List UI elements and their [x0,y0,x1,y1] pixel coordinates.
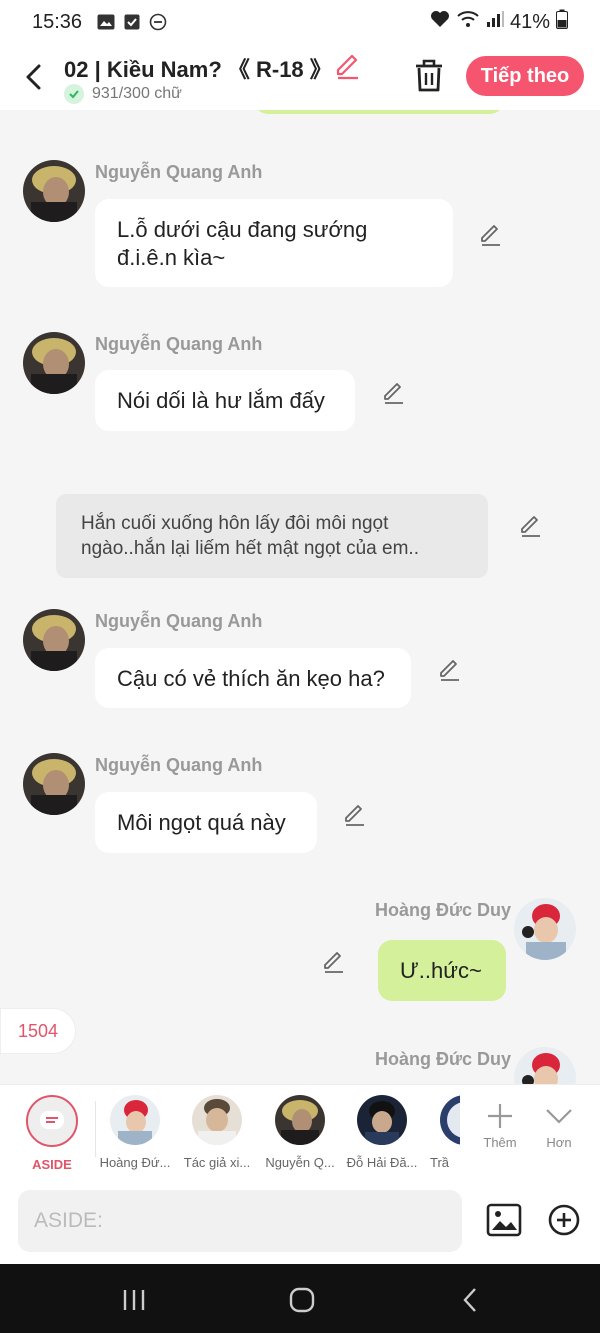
avatar [440,1095,460,1145]
pencil-icon [384,383,403,404]
status-bar: 15:36 41% [0,0,600,44]
system-back-button[interactable] [450,1286,490,1314]
sender-name: Hoàng Đức Duy [375,1049,512,1069]
message-bubble[interactable]: Môi ngọt quá này [95,792,317,853]
character-item[interactable]: Đỗ Hải Đă... [341,1095,423,1170]
check-icon [64,84,84,104]
add-label: Thêm [483,1135,517,1150]
message-bubble[interactable]: L.ỗ dưới cậu đang sướng đ.i.ê.n kìa~ [95,199,453,287]
word-count: 931/300 chữ [64,84,182,104]
avatar[interactable] [514,1047,576,1084]
character-item[interactable]: Tác giả xi... [176,1095,258,1170]
message-count-badge[interactable]: 1504 [0,1008,76,1054]
character-name: ASIDE [32,1157,72,1172]
gallery-icon [96,12,116,32]
pencil-icon [324,952,343,973]
aside-avatar [26,1095,78,1147]
edit-title-button[interactable] [334,52,362,80]
signal-icon [486,10,504,34]
avatar [110,1095,160,1145]
previous-message-bubble [254,110,504,114]
pencil-icon [521,516,540,537]
avatar[interactable] [514,898,576,960]
sender-name: Nguyễn Quang Anh [95,162,263,182]
input-bar [0,1180,600,1264]
character-name: Trầ [430,1155,450,1170]
wifi-icon [456,10,480,34]
message-line: L.ỗ dưới cậu đang sướng [117,217,368,242]
home-button[interactable] [282,1286,322,1314]
edit-message-button[interactable] [438,658,462,682]
battery-text: 41% [509,10,550,33]
dnd-icon [148,12,168,32]
narration-line: Hắn cuối xuống hôn lấy đôi môi ngọt [81,513,389,534]
message-bubble[interactable]: Ư..hức~ [378,940,506,1001]
insert-image-button[interactable] [486,1202,522,1238]
editor-header: 02 | Kiều Nam? 《 R-18 》 931/300 chữ Tiếp… [0,44,600,110]
edit-message-button[interactable] [343,803,367,827]
character-name: Đỗ Hải Đă... [346,1155,418,1170]
edit-message-button[interactable] [519,514,543,538]
pencil-icon [345,805,364,826]
narration-line: ngào..hắn lại liếm hết mật ngọt của em.. [81,538,419,559]
sender-name: Nguyễn Quang Anh [95,611,263,631]
avatar [192,1095,242,1145]
avatar[interactable] [23,609,85,671]
delete-button[interactable] [412,58,446,94]
avatar[interactable] [23,332,85,394]
character-item[interactable]: Hoàng Đứ... [94,1095,176,1170]
more-button[interactable]: Hơn [529,1097,589,1150]
sender-name: Hoàng Đức Duy [375,900,512,920]
story-title: 02 | Kiều Nam? 《 R-18 》 [64,57,332,82]
edit-message-button[interactable] [382,381,406,405]
status-time: 15:36 [32,10,83,33]
edit-message-button[interactable] [479,223,503,247]
next-button[interactable]: Tiếp theo [466,56,584,96]
character-name: Nguyễn Q... [265,1155,335,1170]
chevron-down-icon [546,1109,572,1124]
avatar[interactable] [23,160,85,222]
character-name: Tác giả xi... [183,1155,251,1170]
image-icon [486,1203,522,1237]
sender-name: Nguyễn Quang Anh [95,334,263,354]
add-character-button[interactable]: Thêm [470,1097,530,1150]
home-icon [289,1287,315,1313]
recent-apps-icon [123,1290,145,1310]
character-item[interactable]: Trầ [424,1095,460,1170]
message-bubble[interactable]: Nói dối là hư lắm đấy [95,370,355,431]
narration-bubble[interactable]: Hắn cuối xuống hôn lấy đôi môi ngọt ngào… [56,494,488,578]
back-button[interactable] [18,60,48,94]
avatar[interactable] [23,753,85,815]
battery-icon [556,9,568,35]
back-arrow-icon [26,64,41,90]
plus-circle-icon [548,1204,580,1236]
plus-icon [488,1104,512,1128]
system-nav-bar [0,1264,600,1333]
avatar [357,1095,407,1145]
character-name: Hoàng Đứ... [99,1155,171,1170]
pencil-icon [440,660,459,681]
heart-icon [430,10,450,34]
add-attachment-button[interactable] [548,1204,580,1236]
message-line: đ.i.ê.n kìa~ [117,245,226,270]
back-icon [463,1288,476,1312]
message-input[interactable] [18,1190,462,1252]
character-aside[interactable]: ASIDE [11,1095,93,1172]
checkbox-icon [122,12,142,32]
pencil-icon [336,54,358,80]
pencil-icon [481,225,500,246]
sender-name: Nguyễn Quang Anh [95,755,263,775]
more-label: Hơn [546,1135,572,1150]
character-bar: ASIDE Hoàng Đứ... Tác giả xi... Nguyễn Q… [0,1084,600,1180]
avatar [275,1095,325,1145]
chat-bubble-icon [40,1111,64,1129]
recent-apps-button[interactable] [114,1286,154,1314]
chat-area[interactable]: Nguyễn Quang Anh L.ỗ dưới cậu đang sướng… [0,110,600,1084]
message-bubble[interactable]: Cậu có vẻ thích ăn kẹo ha? [95,648,411,708]
word-count-text: 931/300 chữ [92,85,182,102]
edit-message-button[interactable] [322,950,346,974]
trash-icon [416,59,442,92]
character-item[interactable]: Nguyễn Q... [259,1095,341,1170]
